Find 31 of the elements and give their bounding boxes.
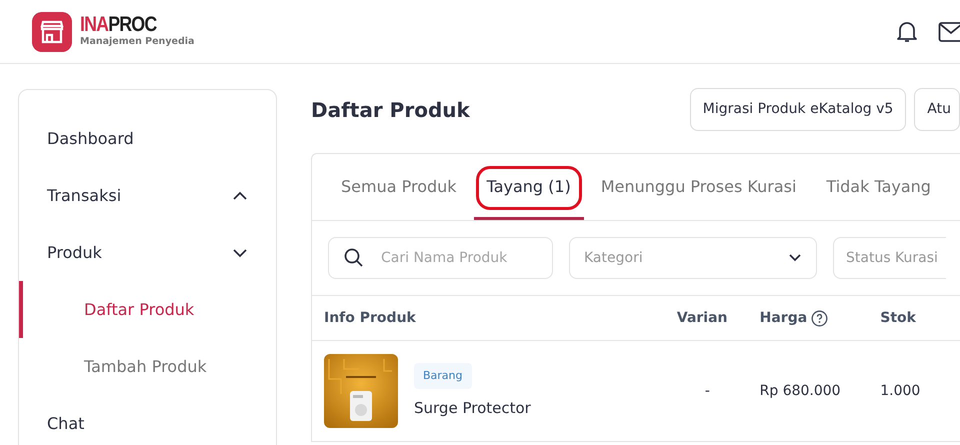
notification-bell-icon[interactable] (896, 20, 918, 44)
column-header: Harga (760, 308, 808, 328)
variant-text: - (704, 382, 710, 398)
action-button[interactable]: Atu (914, 88, 960, 131)
sidebar-item[interactable]: Dashboard (47, 126, 134, 150)
category-tag: Barang (414, 362, 472, 389)
search-field[interactable]: Cari Nama Produk (328, 237, 553, 279)
column-header: Info Produk (324, 308, 416, 328)
tab[interactable]: Tayang (1) (474, 154, 584, 220)
sidebar-item[interactable]: Chat (47, 412, 84, 436)
tab[interactable]: Tidak Tayang (813, 154, 944, 220)
mail-icon[interactable] (938, 20, 960, 42)
logo-icon (32, 12, 72, 52)
column-header: Stok (880, 308, 916, 328)
brand-name: INAPROC (80, 14, 158, 35)
tab[interactable]: Semua Produk (328, 154, 470, 220)
sidebar-item[interactable]: Transaksi (47, 184, 122, 208)
help-icon[interactable] (811, 310, 828, 326)
search-icon (344, 248, 364, 268)
tab[interactable]: Menunggu Proses Kurasi (588, 154, 810, 220)
price-text: Rp 680.000 (760, 382, 841, 398)
column-header: Varian (676, 308, 728, 328)
sidebar-subitem[interactable]: Daftar Produk (19, 281, 276, 338)
stock-text: 1.000 (880, 382, 920, 398)
chevron-down-icon (788, 253, 802, 263)
sidebar-item[interactable]: Produk (47, 240, 102, 264)
brand-subtitle: Manajemen Penyedia (80, 34, 194, 49)
sidebar-subitem[interactable]: Tambah Produk (19, 338, 276, 395)
product-name: Surge Protector (414, 398, 531, 419)
action-button[interactable]: Migrasi Produk eKatalog v5 (690, 88, 906, 131)
page-title: Daftar Produk (311, 98, 470, 122)
